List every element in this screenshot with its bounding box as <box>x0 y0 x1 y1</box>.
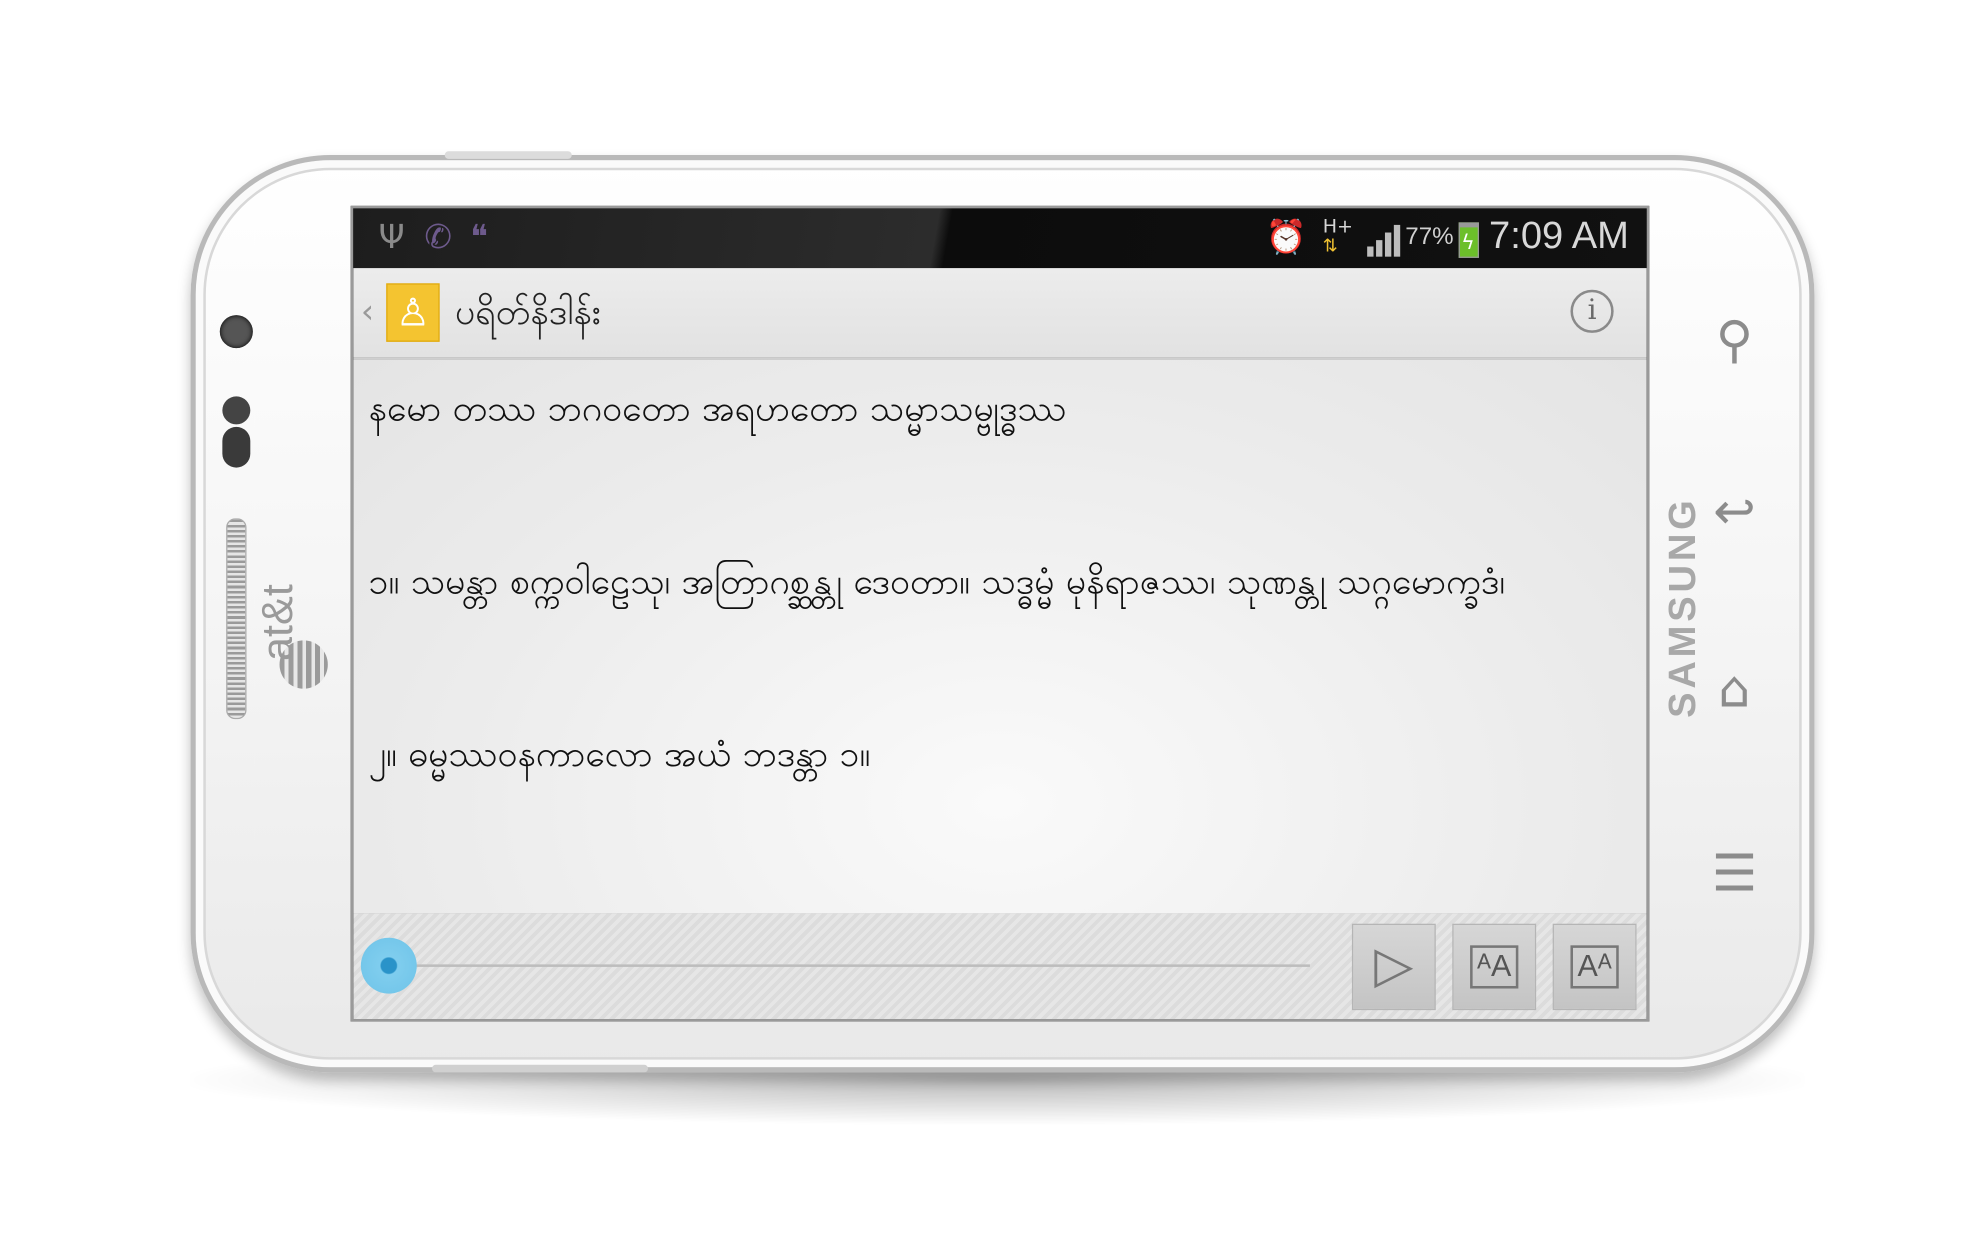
back-chevron-icon[interactable]: ‹ <box>361 294 374 332</box>
phone-screen: Ψ ✆ ❝ ⏰ H+ ⇅ 77% ϟ 7:09 AM ‹ ♙ ပရိတ်နိဒါ… <box>350 205 1650 1022</box>
call-icon: ✆ <box>424 218 453 257</box>
network-indicator: H+ ⇅ <box>1323 216 1353 257</box>
verse-line: နမော တဿ ဘဂဝတော အရဟတော သမ္မာသမ္ဗုဒ္ဓဿ <box>368 387 1067 430</box>
carrier-label: at&t <box>254 584 303 662</box>
verse-content: နမော တဿ ဘဂဝတော အရဟတော သမ္မာသမ္ဗုဒ္ဓဿ ၁။ … <box>353 359 1647 914</box>
play-button[interactable]: ▷ <box>1351 923 1436 1011</box>
light-sensor <box>222 426 251 468</box>
proximity-sensor <box>222 396 251 425</box>
volume-slot <box>432 1064 649 1073</box>
verse-line: ၁။ သမန္တာ စက္ကဝါဠေသု၊ အတြာဂစ္ဆန္တု ဒေဝတာ… <box>368 560 1505 603</box>
text-smaller-icon: ᴬA <box>1469 945 1519 989</box>
earpiece-speaker <box>226 518 247 720</box>
text-larger-icon: Aᴬ <box>1569 945 1620 989</box>
power-button <box>444 151 572 159</box>
page-title: ပရိတ်နိဒါန်း <box>454 290 601 333</box>
chat-icon: ❝ <box>470 218 488 257</box>
seek-bar[interactable] <box>388 964 1310 967</box>
status-bar: Ψ ✆ ❝ ⏰ H+ ⇅ 77% ϟ 7:09 AM <box>353 208 1647 269</box>
verse-line: ၂။ ဓမ္မဿဝနကာလော အယံ ဘဒန္တာ ၁။ <box>368 733 871 776</box>
scene: at&t SAMSUNG ⚲ ↩ ⌂ ☰ Ψ ✆ ❝ ⏰ H+ ⇅ 77% ϟ … <box>0 0 1977 1253</box>
menu-key-icon[interactable]: ☰ <box>1703 845 1767 903</box>
usb-icon: Ψ <box>378 218 405 257</box>
signal-icon <box>1367 224 1403 257</box>
battery-percent: 77% <box>1405 223 1454 251</box>
clock: 7:09 AM <box>1489 214 1629 257</box>
buddha-icon[interactable]: ♙ <box>386 283 440 342</box>
action-bar: ‹ ♙ ပရိတ်နိဒါန်း i <box>353 268 1647 360</box>
info-icon[interactable]: i <box>1570 289 1614 333</box>
battery-icon: ϟ <box>1458 222 1479 258</box>
data-arrows-icon: ⇅ <box>1322 236 1338 257</box>
home-key-icon[interactable]: ⌂ <box>1703 661 1767 719</box>
text-smaller-button[interactable]: ᴬA <box>1452 923 1537 1011</box>
seek-thumb[interactable] <box>360 937 417 994</box>
front-camera <box>219 315 253 349</box>
network-type: H+ <box>1322 214 1354 238</box>
search-key-icon[interactable]: ⚲ <box>1703 311 1767 369</box>
back-key-icon[interactable]: ↩ <box>1703 483 1767 541</box>
audio-player: ▷ ᴬA Aᴬ <box>353 913 1647 1020</box>
alarm-icon: ⏰ <box>1265 218 1307 257</box>
text-larger-button[interactable]: Aᴬ <box>1552 923 1637 1011</box>
